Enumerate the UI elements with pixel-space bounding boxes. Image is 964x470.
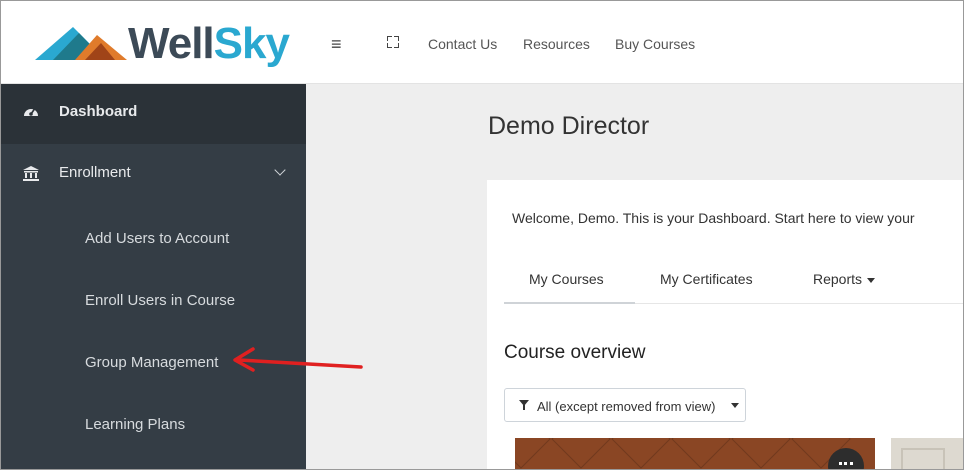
wellsky-logo[interactable]: WellSky <box>1 1 306 83</box>
sidebar-subitem-enroll-users[interactable]: Enroll Users in Course <box>85 292 235 309</box>
sidebar-item-label: Enrollment <box>59 164 131 181</box>
sidebar-item-enrollment[interactable]: Enrollment <box>1 144 306 204</box>
screenshot-frame: WellSky ≡ Contact Us Resources Buy Cours… <box>0 0 964 470</box>
sidebar: Dashboard Enrollment Add Users to Accoun… <box>1 84 306 469</box>
bank-icon <box>23 166 39 181</box>
sidebar-item-dashboard[interactable]: Dashboard <box>1 84 306 144</box>
tab-my-courses[interactable]: My Courses <box>529 271 604 287</box>
contact-us-link[interactable]: Contact Us <box>428 36 497 52</box>
tab-reports[interactable]: Reports <box>813 271 876 287</box>
logo-wordmark: WellSky <box>128 19 290 68</box>
annotation-arrow-icon <box>233 347 363 372</box>
course-filter-dropdown[interactable]: All (except removed from view) <box>504 388 746 422</box>
main-content: Demo Director Welcome, Demo. This is you… <box>307 84 963 469</box>
filter-label: All (except removed from view) <box>537 399 716 414</box>
course-menu-button[interactable] <box>828 448 864 469</box>
course-card-image[interactable] <box>891 438 963 469</box>
tab-reports-label: Reports <box>813 271 863 287</box>
active-tab-indicator <box>504 302 635 304</box>
chevron-down-icon <box>274 164 286 176</box>
welcome-text: Welcome, Demo. This is your Dashboard. S… <box>512 210 915 226</box>
top-bar: WellSky ≡ Contact Us Resources Buy Cours… <box>1 1 963 84</box>
sidebar-item-label: Dashboard <box>59 103 138 120</box>
course-overview-heading: Course overview <box>504 342 646 363</box>
sidebar-subitem-group-management[interactable]: Group Management <box>85 354 218 371</box>
hamburger-icon[interactable]: ≡ <box>331 34 342 55</box>
tab-my-certificates[interactable]: My Certificates <box>660 271 753 287</box>
caret-down-icon <box>867 277 876 283</box>
buy-courses-link[interactable]: Buy Courses <box>615 36 695 52</box>
dashboard-icon <box>24 108 38 116</box>
mountain-logo-icon <box>35 27 127 60</box>
sidebar-subitem-add-users[interactable]: Add Users to Account <box>85 230 229 247</box>
fullscreen-icon[interactable] <box>387 36 399 48</box>
sidebar-subitem-learning-plans[interactable]: Learning Plans <box>85 416 185 433</box>
resources-link[interactable]: Resources <box>523 36 590 52</box>
page-title: Demo Director <box>488 112 650 140</box>
course-card-image[interactable] <box>515 438 875 469</box>
caret-down-icon <box>731 403 739 408</box>
dashboard-card: Welcome, Demo. This is your Dashboard. S… <box>487 180 963 469</box>
